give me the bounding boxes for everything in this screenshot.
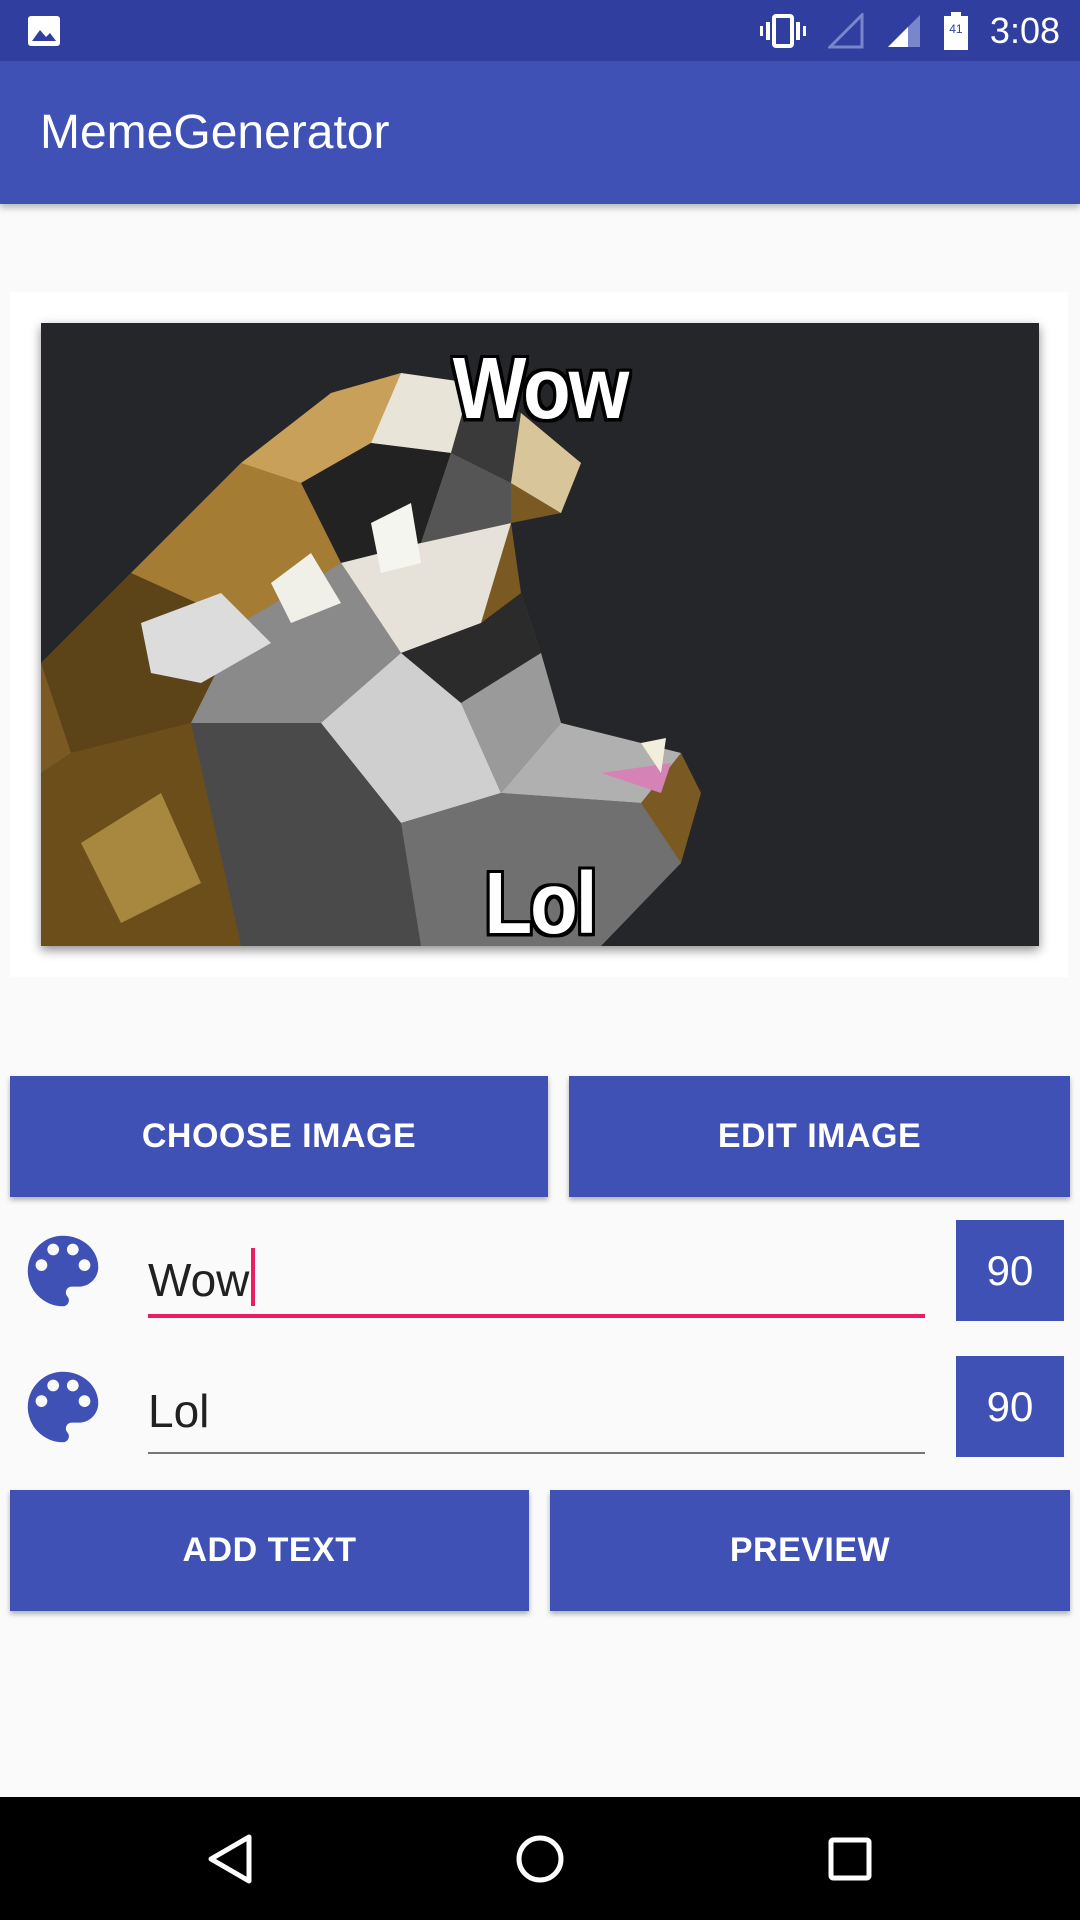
signal-empty-icon	[827, 12, 864, 48]
home-button[interactable]	[490, 1797, 590, 1920]
vibrate-icon	[759, 13, 806, 48]
signal-icon	[887, 14, 920, 47]
preview-button[interactable]: PREVIEW	[550, 1490, 1070, 1611]
bottom-text-value: Lol	[148, 1385, 210, 1437]
image-notification-icon	[28, 16, 60, 46]
battery-level: 41	[949, 21, 963, 36]
recents-icon	[828, 1837, 872, 1880]
palette-icon[interactable]	[16, 1224, 110, 1318]
bottom-text-input[interactable]: Lol	[148, 1374, 925, 1454]
status-time: 3:08	[989, 9, 1060, 51]
app-title: MemeGenerator	[40, 106, 390, 159]
top-text-size-input[interactable]: 90	[956, 1220, 1064, 1321]
top-text-input[interactable]: Wow	[148, 1238, 925, 1318]
recents-button[interactable]	[800, 1797, 900, 1920]
battery-icon: 41	[943, 11, 968, 50]
home-icon	[516, 1835, 564, 1882]
app-bar: MemeGenerator	[0, 61, 1080, 204]
status-bar: 41 3:08	[0, 0, 1080, 61]
back-button[interactable]	[180, 1797, 280, 1920]
choose-image-button[interactable]: CHOOSE IMAGE	[10, 1076, 548, 1197]
meme-bottom-text: Lol	[484, 853, 598, 946]
meme-top-text: Wow	[452, 338, 630, 438]
text-cursor	[251, 1248, 256, 1306]
bottom-text-size-input[interactable]: 90	[956, 1356, 1064, 1457]
edit-image-button[interactable]: EDIT IMAGE	[569, 1076, 1070, 1197]
top-text-value: Wow	[148, 1254, 250, 1306]
back-icon	[208, 1834, 252, 1883]
meme-image[interactable]: Wow Lol	[41, 323, 1039, 946]
add-text-button[interactable]: ADD TEXT	[10, 1490, 529, 1611]
palette-icon[interactable]	[16, 1360, 110, 1454]
navigation-bar	[0, 1797, 1080, 1920]
